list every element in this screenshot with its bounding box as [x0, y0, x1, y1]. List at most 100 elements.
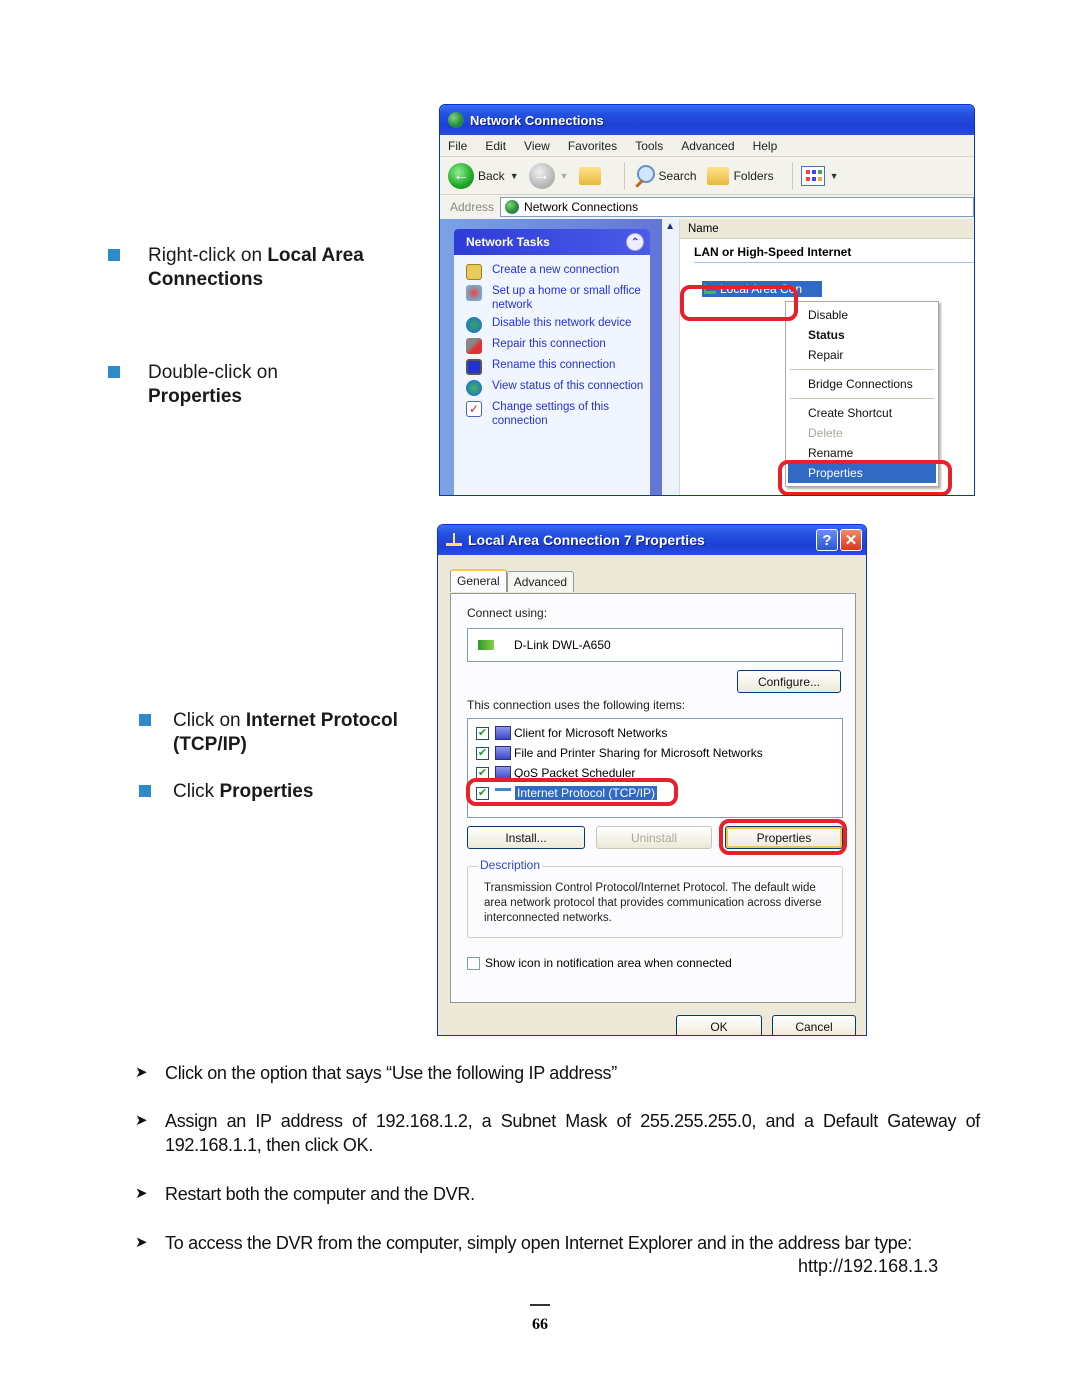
menu-separator	[790, 398, 934, 399]
chevron-down-icon[interactable]: ▼	[830, 171, 839, 181]
task-change-settings[interactable]: ✓ Change settings of this connection	[466, 400, 644, 428]
status-globe-icon	[466, 380, 482, 396]
network-tasks-box: Network Tasks ⌃ Create a new connection …	[454, 229, 651, 495]
task-home-network[interactable]: Set up a home or small office network	[466, 284, 644, 312]
step-text: Double-click on	[148, 362, 278, 383]
task-view-status[interactable]: View status of this connection	[466, 379, 644, 396]
task-repair-connection[interactable]: Repair this connection	[466, 337, 644, 354]
menu-separator	[790, 369, 934, 370]
properties-button[interactable]: Properties	[725, 826, 843, 849]
new-connection-icon	[466, 264, 482, 280]
menu-help[interactable]: Help	[753, 139, 778, 153]
forward-arrow-icon: →	[528, 162, 555, 189]
tab-strip: General Advanced	[450, 569, 575, 592]
menu-bar: File Edit View Favorites Tools Advanced …	[440, 135, 974, 157]
help-button[interactable]: ?	[816, 529, 838, 551]
task-rename-connection[interactable]: Rename this connection	[466, 358, 644, 375]
component-row[interactable]: ✔ QoS Packet Scheduler	[468, 763, 842, 783]
component-checkbox[interactable]: ✔	[476, 726, 489, 740]
protocol-icon	[495, 788, 511, 798]
tab-general[interactable]: General	[450, 569, 507, 592]
menu-advanced[interactable]: Advanced	[681, 139, 734, 153]
cancel-button[interactable]: Cancel	[772, 1015, 856, 1035]
window-titlebar[interactable]: Network Connections	[440, 105, 974, 135]
folders-button[interactable]: Folders	[706, 166, 774, 185]
context-menu-item-status[interactable]: Status	[788, 325, 936, 345]
menu-edit[interactable]: Edit	[485, 139, 506, 153]
arrow-bullet-icon: ➤	[135, 1112, 148, 1129]
show-icon-option[interactable]: Show icon in notification area when conn…	[467, 956, 732, 970]
task-label: Set up a home or small office network	[492, 285, 641, 311]
ok-button[interactable]: OK	[676, 1015, 762, 1035]
show-icon-checkbox[interactable]	[467, 956, 480, 970]
component-label: Client for Microsoft Networks	[514, 726, 668, 740]
up-folder-button[interactable]	[578, 166, 606, 185]
step-bold-text: Properties	[219, 781, 314, 802]
step-click-properties: Click Properties	[139, 780, 419, 804]
tab-advanced[interactable]: Advanced	[506, 571, 575, 592]
task-label: View status of this connection	[492, 380, 644, 392]
context-menu-item-repair[interactable]: Repair	[788, 345, 936, 365]
close-button[interactable]: ✕	[840, 529, 862, 551]
wrench-icon	[466, 338, 482, 354]
task-disable-device[interactable]: Disable this network device	[466, 316, 644, 333]
network-tasks-header[interactable]: Network Tasks ⌃	[454, 229, 651, 255]
component-label: File and Printer Sharing for Microsoft N…	[514, 746, 763, 760]
local-area-connection-item[interactable]: Local Area Con	[702, 281, 822, 297]
forward-button[interactable]: → ▼	[528, 162, 569, 189]
network-card-icon	[478, 640, 494, 650]
network-globe-icon	[448, 112, 464, 128]
collapse-chevron-icon[interactable]: ⌃	[626, 233, 645, 251]
views-button[interactable]: ▼	[800, 165, 839, 186]
component-checkbox[interactable]: ✔	[476, 786, 489, 800]
folders-label: Folders	[733, 168, 774, 183]
address-label: Address	[450, 200, 495, 214]
uninstall-button[interactable]: Uninstall	[596, 826, 712, 849]
chevron-down-icon[interactable]: ▼	[560, 171, 569, 181]
component-checkbox[interactable]: ✔	[476, 746, 489, 760]
network-globe-icon	[505, 200, 520, 214]
folder-up-icon	[578, 166, 601, 185]
menu-file[interactable]: File	[448, 139, 467, 153]
component-row[interactable]: ✔ File and Printer Sharing for Microsoft …	[468, 743, 842, 763]
component-checkbox[interactable]: ✔	[476, 766, 489, 780]
component-row[interactable]: ✔ Client for Microsoft Networks	[468, 723, 842, 743]
network-client-icon	[495, 726, 511, 740]
install-button[interactable]: Install...	[467, 826, 585, 849]
column-header-label: Name	[688, 222, 719, 235]
home-network-icon	[466, 285, 482, 301]
group-header: LAN or High-Speed Internet	[694, 245, 974, 263]
context-menu-item-create-shortcut[interactable]: Create Shortcut	[788, 403, 936, 423]
page-number: 66	[520, 1304, 560, 1334]
toolbar-separator	[623, 161, 625, 190]
context-menu-item-disable[interactable]: Disable	[788, 305, 936, 325]
search-button[interactable]: Search	[633, 164, 697, 187]
menu-favorites[interactable]: Favorites	[568, 139, 617, 153]
column-header-name[interactable]: Name	[680, 219, 974, 239]
address-input[interactable]: Network Connections	[500, 197, 974, 217]
scroll-up-icon[interactable]: ▲	[665, 221, 675, 232]
menu-view[interactable]: View	[524, 139, 550, 153]
component-label: Internet Protocol (TCP/IP)	[515, 786, 658, 800]
task-create-connection[interactable]: Create a new connection	[466, 263, 644, 280]
chevron-down-icon[interactable]: ▼	[510, 171, 519, 181]
context-menu-item-rename[interactable]: Rename	[788, 443, 936, 463]
description-text: Transmission Control Protocol/Internet P…	[484, 882, 822, 924]
vertical-scrollbar[interactable]: ▲	[662, 219, 680, 495]
address-value: Network Connections	[524, 200, 639, 214]
back-arrow-icon: ←	[448, 162, 474, 189]
dialog-title: Local Area Connection 7 Properties	[468, 532, 705, 548]
dialog-titlebar[interactable]: Local Area Connection 7 Properties ? ✕	[438, 525, 866, 555]
adapter-field: D-Link DWL-A650	[467, 628, 843, 662]
context-menu-item-properties[interactable]: Properties	[788, 463, 936, 483]
page-number-text: 66	[532, 1316, 548, 1333]
context-menu-item-bridge-connections[interactable]: Bridge Connections	[788, 374, 936, 394]
instruction-use-following-ip: ➤ Click on the option that says “Use the…	[135, 1061, 980, 1085]
menu-tools[interactable]: Tools	[635, 139, 663, 153]
configure-button[interactable]: Configure...	[737, 670, 841, 693]
back-button[interactable]: ← Back ▼	[448, 162, 519, 189]
item-label: Local Area Con	[720, 282, 803, 296]
component-row[interactable]: ✔ Internet Protocol (TCP/IP)	[468, 783, 842, 803]
step-text: Click	[173, 781, 220, 802]
instruction-text: Restart both the computer and the DVR.	[165, 1184, 475, 1204]
